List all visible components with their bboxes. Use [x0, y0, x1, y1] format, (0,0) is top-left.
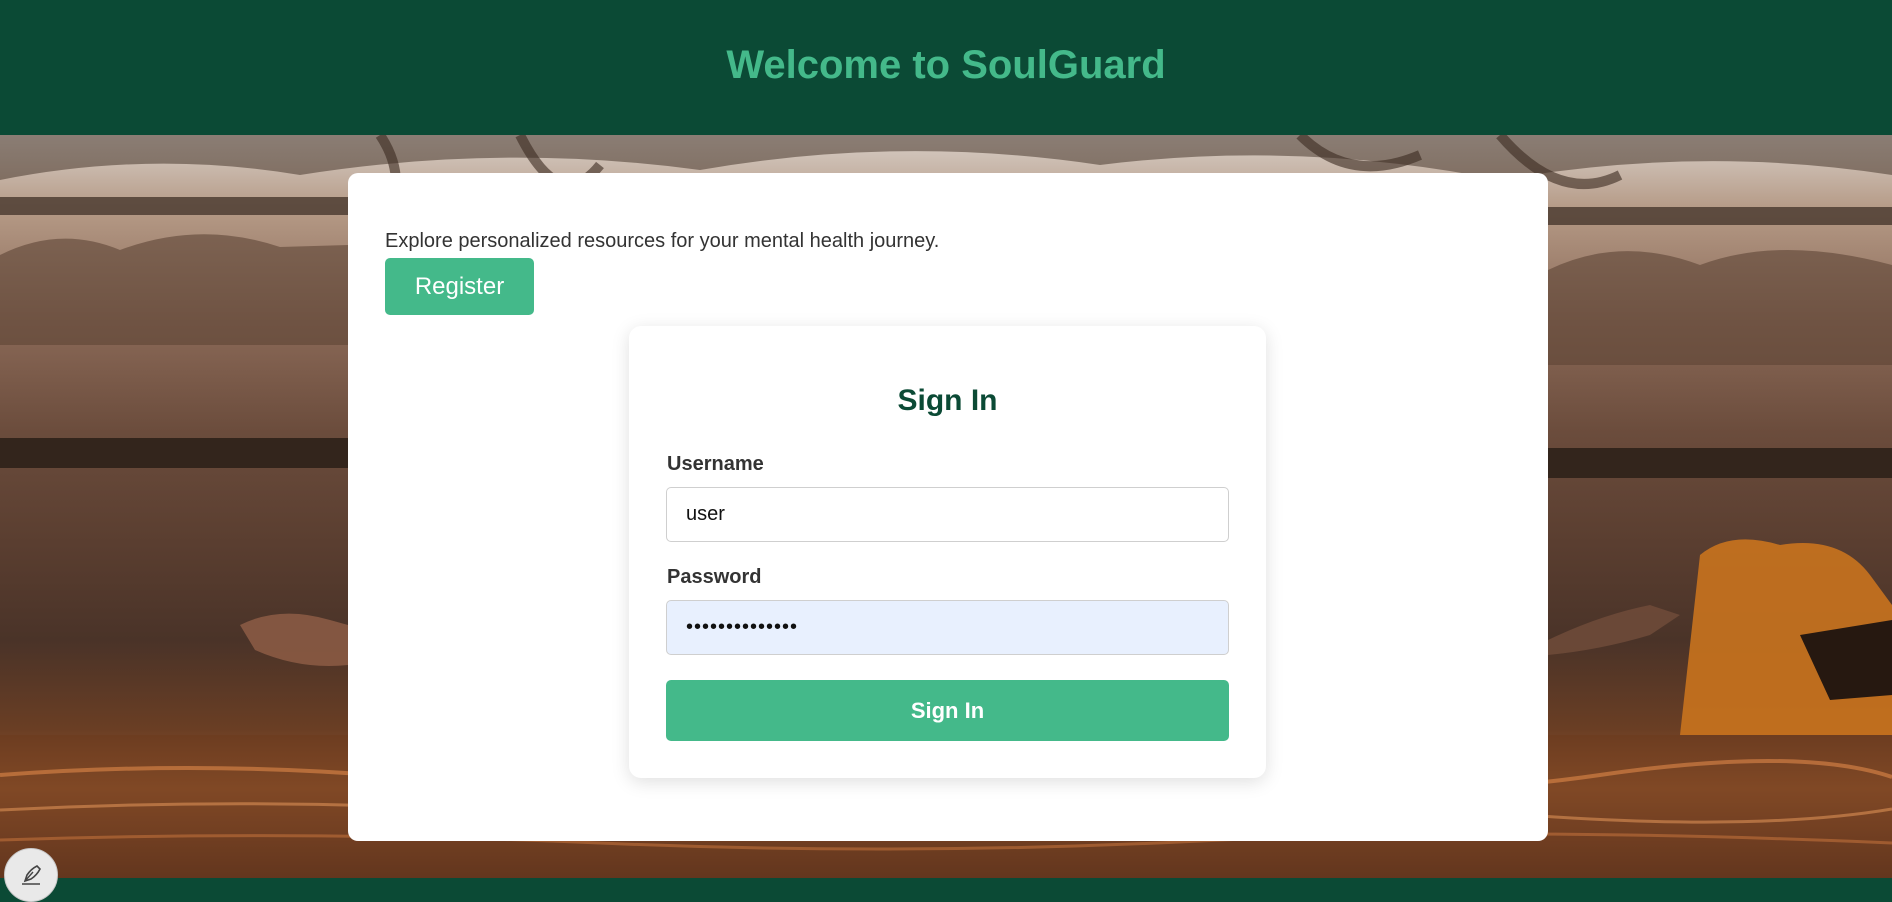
main-card: Explore personalized resources for your …: [348, 173, 1548, 841]
intro-text: Explore personalized resources for your …: [385, 230, 940, 252]
feather-pen-icon: [22, 865, 41, 885]
site-title: Welcome to SoulGuard: [726, 43, 1166, 87]
site-header: Welcome to SoulGuard: [0, 0, 1892, 135]
password-input[interactable]: [666, 600, 1229, 655]
username-input[interactable]: [666, 487, 1229, 542]
signin-title: Sign In: [897, 384, 998, 417]
password-label: Password: [667, 566, 762, 588]
username-label: Username: [667, 453, 764, 475]
signin-card: Sign In Username Password Sign In: [629, 326, 1266, 778]
register-button[interactable]: Register: [385, 258, 534, 315]
site-footer: [0, 878, 1892, 902]
edit-fab-button[interactable]: [4, 848, 58, 902]
signin-button[interactable]: Sign In: [666, 680, 1229, 741]
